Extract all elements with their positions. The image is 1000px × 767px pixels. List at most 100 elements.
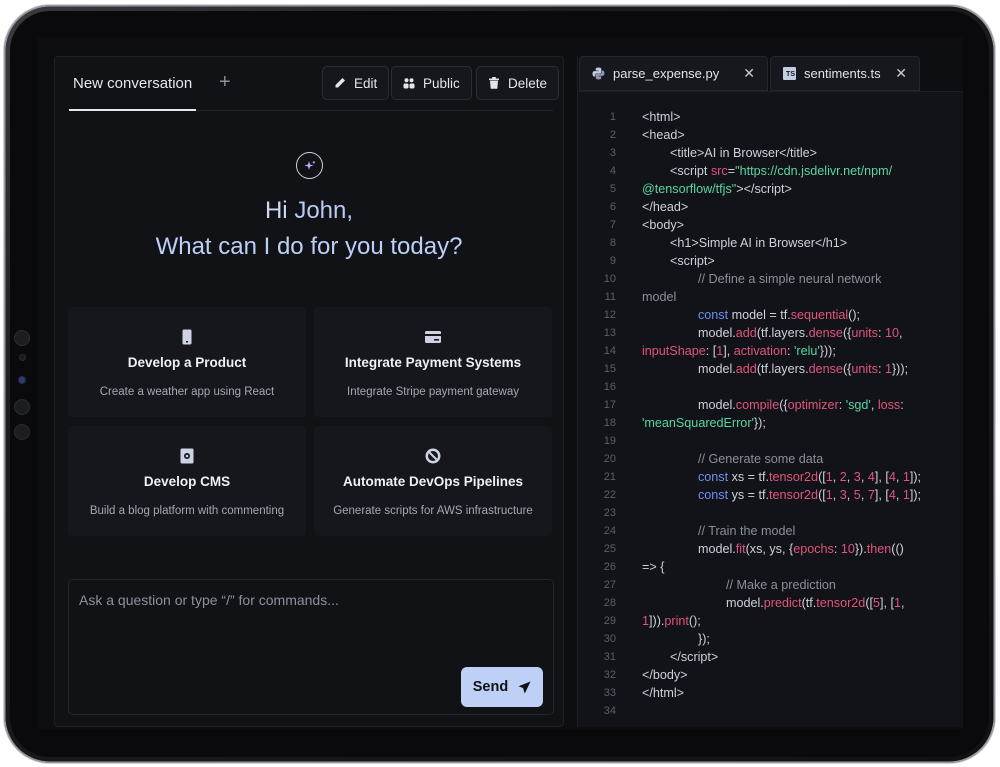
code-line: </script> [642,650,719,664]
code-line: // Define a simple neural network [697,272,882,286]
line-number: 32 [603,669,616,681]
code-line: </html> [642,686,684,700]
app-screen: New conversation + Edit Public Delete Hi… [37,37,963,729]
line-number: 27 [603,579,616,591]
line-number: 20 [603,453,616,465]
suggestion-card[interactable]: Integrate Payment Systems Integrate Stri… [314,307,552,417]
editor-tab-parse-expense[interactable]: parse_expense.py ✕ [579,56,768,91]
code-line: 1])).print(); [642,614,701,628]
card-title: Develop CMS [143,474,231,489]
code-line: const xs = tf.tensor2d([1, 2, 3, 4], [4,… [697,470,922,484]
paper-plane-icon [518,681,531,693]
camera-sensor [15,331,29,345]
card-subtitle: Create a weather app using React [99,386,275,398]
code-line: <head> [642,128,685,142]
camera-sensor [20,355,25,360]
line-number: 29 [603,615,616,627]
suggestion-card[interactable]: Automate DevOps Pipelines Generate scrip… [314,426,552,536]
chat-input-placeholder[interactable]: Ask a question or type “/” for commands.… [79,592,339,608]
chat-panel: New conversation + Edit Public Delete Hi… [54,56,564,727]
editor-tab-label: sentiments.ts [804,66,881,81]
chat-tab-bar: New conversation + Edit Public Delete [69,57,560,111]
card-title: Automate DevOps Pipelines [342,474,524,489]
line-number: 9 [609,255,616,267]
close-icon[interactable]: ✕ [895,65,907,82]
editor-tab-sentiments[interactable]: TS sentiments.ts ✕ [770,56,920,91]
code-line: // Train the model [697,524,796,538]
greeting-line: Hi John, [55,197,563,225]
public-button[interactable]: Public [391,66,472,100]
line-number: 8 [609,237,616,249]
suggestion-card[interactable]: Develop CMS Build a blog platform with c… [68,426,306,536]
line-number: 2 [609,129,616,141]
send-button[interactable]: Send [461,667,543,707]
line-number: 4 [609,165,616,177]
code-line: const model = tf.sequential(); [697,308,861,322]
line-number: 26 [603,561,616,573]
line-number: 21 [603,471,616,483]
line-number: 23 [603,507,616,519]
card-title: Integrate Payment Systems [344,355,522,370]
code-line: // Generate some data [697,452,824,466]
editor-tab-label: parse_expense.py [613,66,720,81]
delete-button[interactable]: Delete [476,66,560,100]
code-line: <body> [642,218,685,232]
code-line: 'meanSquaredError'}); [642,416,766,430]
pencil-icon [335,78,345,88]
line-number: 34 [603,705,616,717]
send-button-label: Send [472,679,509,695]
code-line: // Make a prediction [725,578,836,592]
line-number: 18 [603,417,616,429]
code-line: </head> [642,200,689,214]
delete-button-label: Delete [508,75,548,91]
code-line: model.add(tf.layers.dense({units: 10, [642,326,903,340]
typescript-icon: TS [783,67,796,80]
close-icon[interactable]: ✕ [743,65,755,82]
code-line: }); [642,632,710,646]
line-number: 10 [603,273,616,285]
add-tab-button[interactable]: + [219,71,231,94]
code-line: model.compile({optimizer: 'sgd', loss: [642,398,904,412]
greeting-name: John, [294,197,354,224]
code-line: model.predict(tf.tensor2d([5], [1, [642,596,905,610]
devops-cycle-icon [425,448,441,464]
camera-sensor [15,425,29,439]
line-number: 22 [603,489,616,501]
code-line: <h1>Simple AI in Browser</h1> [642,236,848,250]
edit-button[interactable]: Edit [322,66,390,100]
greeting-hi: Hi [264,197,295,224]
line-number: 3 [609,147,616,159]
code-line: <script> [642,254,715,268]
sparkle-icon [296,152,323,179]
document-gear-icon [180,448,194,464]
code-line: <html> [642,110,681,124]
code-editor-panel: parse_expense.py ✕ TS sentiments.ts ✕ 1 <… [577,56,963,727]
phone-icon [182,329,192,345]
line-number: 28 [603,597,616,609]
line-number: 17 [603,399,616,411]
python-icon [592,67,605,80]
tab-new-conversation[interactable]: New conversation [69,75,197,111]
line-number: 31 [603,651,616,663]
line-number: 7 [609,219,616,231]
card-subtitle: Generate scripts for AWS infrastructure [333,505,533,517]
line-number: 12 [603,309,616,321]
camera-sensor [19,377,25,383]
line-number: 6 [609,201,616,213]
line-number: 25 [603,543,616,555]
users-icon [403,78,415,89]
suggestion-card[interactable]: Develop a Product Create a weather app u… [68,307,306,417]
line-number: 19 [603,435,616,447]
card-subtitle: Integrate Stripe payment gateway [347,386,519,398]
line-number: 11 [604,291,616,303]
line-number: 16 [603,381,616,393]
code-line: </body> [642,668,688,682]
line-number: 30 [603,633,616,645]
line-number: 15 [603,363,616,375]
chat-input-box[interactable]: Ask a question or type “/” for commands.… [68,579,554,715]
payment-card-icon [425,331,441,343]
code-line: inputShape: [1], activation: 'relu'})); [642,344,836,358]
code-line: @tensorflow/tfjs"></script> [642,182,792,196]
line-number: 13 [603,327,616,339]
card-subtitle: Build a blog platform with commenting [89,505,285,517]
